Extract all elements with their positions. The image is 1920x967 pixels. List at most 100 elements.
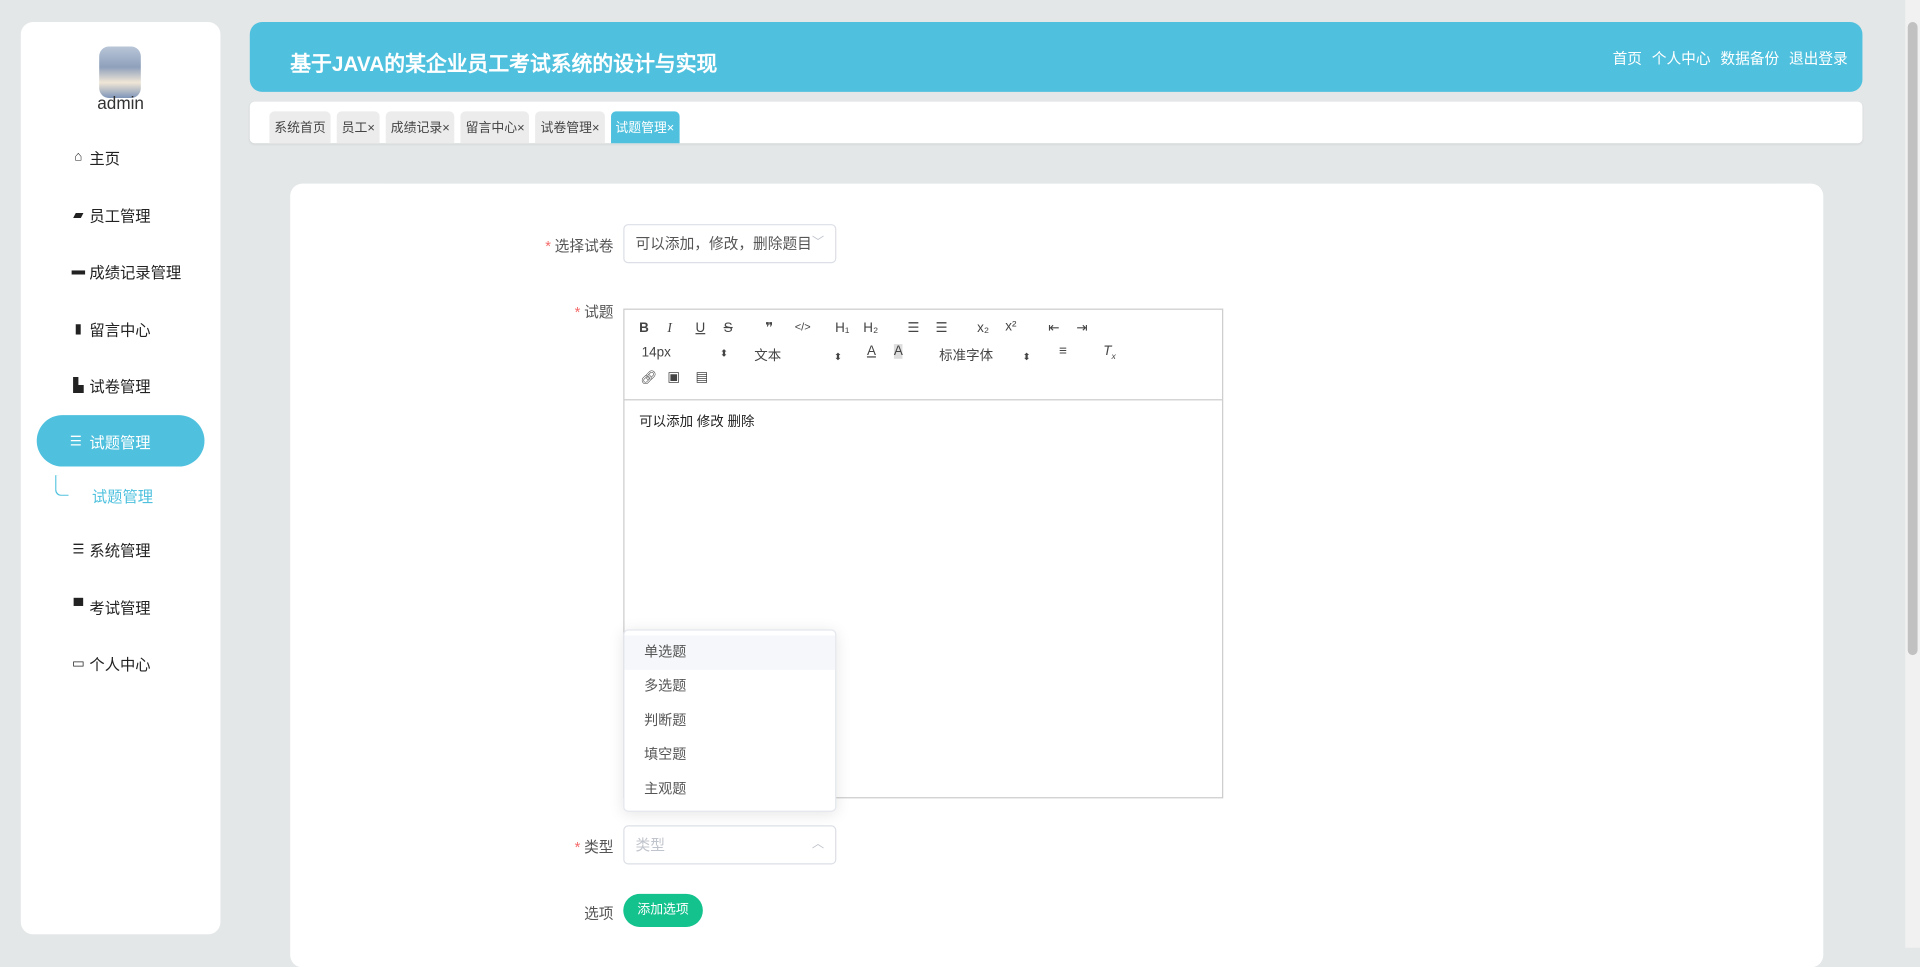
- list-icon: ☰: [69, 434, 82, 449]
- background-color-icon[interactable]: A: [893, 344, 903, 359]
- header: 基于JAVA的某企业员工考试系统的设计与实现 首页 个人中心 数据备份 退出登录: [249, 22, 1863, 92]
- tab-scores[interactable]: 成绩记录×: [385, 111, 455, 144]
- sidebar-item-label: 试题管理: [89, 434, 151, 452]
- sidebar-item-papers[interactable]: ▙ 试卷管理: [70, 372, 151, 396]
- options-label: 选项: [584, 904, 614, 923]
- menu-icon: ☰: [72, 541, 85, 557]
- briefcase-icon: ▀: [73, 598, 84, 614]
- h2-icon[interactable]: H₂: [863, 321, 878, 336]
- sidebar-item-label: 员工管理: [89, 207, 151, 225]
- wallet-icon: ▰: [73, 207, 84, 223]
- type-option[interactable]: 主观题: [624, 773, 835, 807]
- superscript-icon[interactable]: x²: [1005, 320, 1016, 335]
- type-option[interactable]: 填空题: [624, 738, 835, 772]
- tab-questions[interactable]: 试题管理×: [610, 111, 680, 144]
- align-icon[interactable]: ≡: [1059, 344, 1067, 359]
- blockquote-icon[interactable]: ❞: [765, 320, 773, 336]
- bold-icon[interactable]: B: [639, 321, 649, 336]
- book-icon: ▙: [73, 377, 84, 393]
- close-icon[interactable]: ×: [667, 121, 675, 136]
- tab-label: 成绩记录: [390, 121, 443, 136]
- clear-format-icon[interactable]: Tx: [1103, 344, 1116, 361]
- strikethrough-icon[interactable]: S: [724, 321, 733, 336]
- sidebar-item-label: 个人中心: [89, 655, 151, 673]
- sidebar-item-exams[interactable]: ▀ 考试管理: [70, 594, 151, 618]
- editor-toolbar: B I U S ❞ </> H₁ H₂ ☰ ☰ x₂ x² ⇤ ⇥ 14px ⬍ …: [624, 310, 1223, 401]
- type-option[interactable]: 多选题: [624, 670, 835, 704]
- h1-icon[interactable]: H₁: [835, 321, 849, 336]
- scrollbar-thumb[interactable]: [1907, 22, 1918, 656]
- tab-label: 留言中心: [465, 121, 518, 136]
- editor-content[interactable]: 可以添加 修改 删除: [624, 400, 1222, 442]
- tab-label: 员工: [341, 121, 368, 136]
- bar-chart-icon: ▮: [74, 321, 83, 337]
- scrollbar[interactable]: [1905, 0, 1920, 948]
- tab-papers[interactable]: 试卷管理×: [535, 111, 605, 144]
- sidebar-item-profile[interactable]: ▭ 个人中心: [70, 650, 151, 674]
- paper-select[interactable]: 可以添加，修改，删除题目 ﹀: [623, 224, 837, 264]
- type-select[interactable]: 类型 ︿: [623, 825, 837, 865]
- tab-label: 试题管理: [615, 121, 667, 136]
- tab-label: 系统首页: [274, 121, 326, 136]
- avatar: [99, 46, 141, 98]
- type-option[interactable]: 单选题: [624, 635, 836, 670]
- sidebar-item-label: 主页: [89, 150, 121, 168]
- sidebar-item-messages[interactable]: ▮ 留言中心: [70, 316, 151, 340]
- indent-icon[interactable]: ⇥: [1076, 320, 1087, 336]
- subscript-icon[interactable]: x₂: [977, 321, 989, 336]
- close-icon[interactable]: ×: [517, 121, 525, 136]
- home-icon: ⌂: [74, 149, 83, 165]
- type-dropdown: 单选题 多选题 判断题 填空题 主观题: [623, 629, 837, 812]
- link-icon[interactable]: 🔗︎: [640, 370, 657, 386]
- tab-bar: 系统首页 员工× 成绩记录× 留言中心× 试卷管理× 试题管理×: [249, 101, 1863, 144]
- chevron-down-icon: ﹀: [811, 236, 825, 250]
- tab-label: 试卷管理: [540, 121, 592, 136]
- sidebar-item-scores[interactable]: ▬ 成绩记录管理: [70, 258, 182, 282]
- code-icon[interactable]: </>: [795, 321, 811, 333]
- paper-select-value: 可以添加，修改，删除题目: [635, 235, 812, 253]
- sidebar-item-system[interactable]: ☰ 系统管理: [70, 536, 151, 560]
- close-icon[interactable]: ×: [367, 121, 375, 136]
- video-icon[interactable]: ▤: [696, 369, 709, 385]
- type-select-placeholder: 类型: [635, 836, 665, 854]
- type-label: * 类型: [574, 838, 614, 856]
- link-backup[interactable]: 数据备份: [1720, 48, 1779, 69]
- add-option-button[interactable]: 添加选项: [623, 893, 703, 927]
- sidebar-item-label: 考试管理: [89, 599, 151, 617]
- font-size-select[interactable]: 14px ⬍: [642, 345, 728, 360]
- tab-home[interactable]: 系统首页: [269, 111, 331, 144]
- paper-label: * 选择试卷: [545, 237, 614, 255]
- underline-icon[interactable]: U: [696, 321, 706, 336]
- close-icon[interactable]: ×: [442, 121, 450, 136]
- outdent-icon[interactable]: ⇤: [1048, 320, 1059, 336]
- sidebar-item-label: 系统管理: [89, 541, 151, 559]
- page-title: 基于JAVA的某企业员工考试系统的设计与实现: [290, 52, 718, 76]
- sidebar-item-label: 成绩记录管理: [89, 263, 182, 282]
- monitor-icon: ▬: [71, 263, 86, 278]
- sidebar-item-label: 试卷管理: [89, 377, 151, 395]
- tab-messages[interactable]: 留言中心×: [460, 111, 530, 144]
- header-links: 首页 个人中心 数据备份 退出登录: [1613, 48, 1848, 69]
- text-color-icon[interactable]: A: [867, 344, 876, 359]
- username: admin: [97, 93, 144, 113]
- sidebar: admin ⌂ 主页 ▰ 员工管理 ▬ 成绩记录管理 ▮ 留言中心 ▙ 试卷管理 ☰ 试题管…: [20, 22, 221, 935]
- sidebar-item-employees[interactable]: ▰ 员工管理: [70, 202, 151, 226]
- bullet-list-icon[interactable]: ☰: [936, 320, 948, 336]
- tab-employees[interactable]: 员工×: [336, 111, 380, 144]
- question-label: * 试题: [574, 303, 614, 321]
- submenu-item-questions[interactable]: 试题管理: [92, 484, 153, 507]
- sidebar-item-questions[interactable]: ☰ 试题管理: [36, 415, 205, 467]
- sidebar-item-home[interactable]: ⌂ 主页: [70, 144, 120, 168]
- link-profile[interactable]: 个人中心: [1652, 48, 1711, 69]
- card-icon: ▭: [71, 655, 85, 671]
- link-logout[interactable]: 退出登录: [1789, 48, 1848, 69]
- format-select[interactable]: 文本 ⬍: [754, 345, 842, 365]
- italic-icon[interactable]: I: [667, 321, 671, 336]
- image-icon[interactable]: ▣: [667, 369, 680, 385]
- link-home[interactable]: 首页: [1613, 48, 1642, 69]
- close-icon[interactable]: ×: [592, 121, 600, 136]
- ordered-list-icon[interactable]: ☰: [907, 320, 919, 336]
- font-family-select[interactable]: 标准字体 ⬍: [939, 345, 1030, 365]
- sidebar-item-label: 留言中心: [89, 321, 151, 339]
- type-option[interactable]: 判断题: [624, 704, 835, 738]
